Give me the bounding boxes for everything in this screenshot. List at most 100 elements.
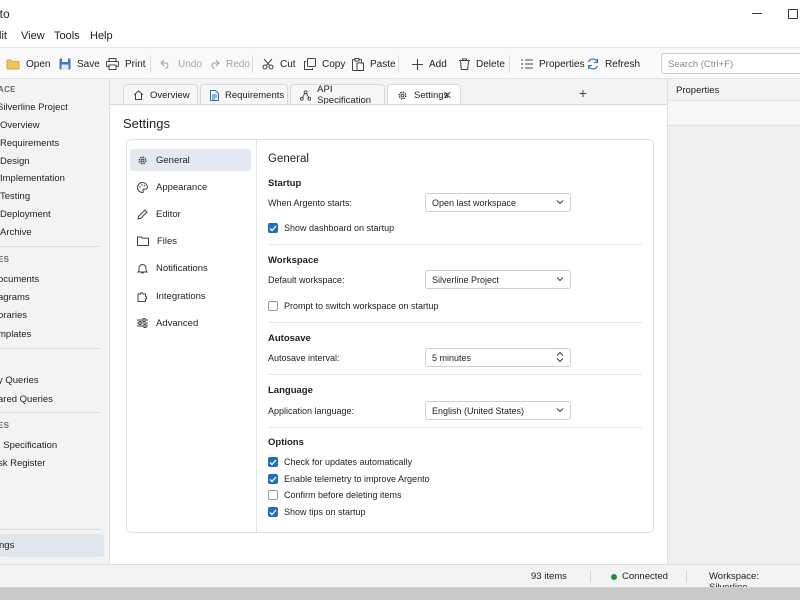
maximize-button[interactable]	[770, 0, 800, 27]
tab-bar: Overview Requirements API Specification …	[110, 79, 667, 106]
telemetry-checkbox[interactable]: Enable telemetry to improve Argento	[268, 474, 430, 484]
paste-button[interactable]: Paste	[352, 56, 396, 72]
settings-nav-integrations-label: Integrations	[156, 290, 206, 302]
settings-nav-editor[interactable]: Editor	[130, 203, 251, 225]
section-divider	[268, 322, 642, 323]
sidebar: ACE Silverline Project Overview Requirem…	[0, 79, 110, 564]
sidebar-item-design[interactable]: Design	[0, 156, 30, 167]
delete-label: Delete	[476, 58, 505, 70]
prompt-switch-checkbox[interactable]: Prompt to switch workspace on startup	[268, 301, 439, 311]
tab-settings[interactable]: Settings ✕	[387, 84, 461, 106]
menu-help[interactable]: Help	[90, 30, 113, 42]
settings-nav: General Appearance Editor Files Notifica…	[127, 140, 257, 532]
properties-panel: Properties	[667, 79, 800, 564]
open-button[interactable]: Open	[6, 56, 50, 72]
document-icon	[210, 89, 219, 101]
section-divider	[268, 427, 642, 428]
sidebar-item-documents[interactable]: ocuments	[0, 274, 39, 285]
autosave-interval-value: 5 minutes	[432, 353, 472, 363]
autosave-heading: Autosave	[268, 333, 311, 344]
sidebar-item-templates[interactable]: mplates	[0, 329, 31, 340]
sidebar-item-libraries[interactable]: oraries	[0, 310, 27, 321]
add-button[interactable]: Add	[412, 56, 447, 72]
menu-view[interactable]: View	[21, 30, 45, 42]
sidebar-item-deployment[interactable]: Deployment	[0, 209, 51, 220]
sidebar-project[interactable]: Silverline Project	[0, 102, 68, 113]
show-tips-checkbox[interactable]: Show tips on startup	[268, 507, 366, 517]
settings-nav-general-label: General	[156, 154, 190, 166]
status-separator	[590, 571, 591, 583]
tab-overview-label: Overview	[150, 89, 190, 101]
delete-button[interactable]: Delete	[459, 56, 505, 72]
status-workspace: Workspace: Silverline	[709, 571, 759, 588]
menu-edit[interactable]: lit	[0, 30, 7, 42]
close-tab-icon[interactable]: ✕	[443, 89, 452, 102]
main-content: Settings General Appearance Editor Files	[110, 104, 667, 564]
menu-bar: lit View Tools Help	[0, 27, 800, 47]
sidebar-item-my-queries[interactable]: y Queries	[0, 375, 39, 386]
list-icon	[521, 59, 533, 69]
refresh-button[interactable]: Refresh	[587, 56, 640, 72]
sidebar-item-diagrams[interactable]: agrams	[0, 292, 30, 303]
cut-button[interactable]: Cut	[262, 56, 296, 72]
sidebar-item-implementation[interactable]: Implementation	[0, 173, 65, 184]
scissors-icon	[262, 58, 274, 70]
redo-button[interactable]: Redo	[208, 56, 250, 72]
sidebar-item-settings[interactable]: ngs	[0, 534, 104, 557]
default-workspace-label: Default workspace:	[268, 275, 345, 285]
chevron-down-icon	[556, 200, 564, 205]
autosave-interval-stepper[interactable]: 5 minutes	[425, 348, 571, 367]
menu-tools[interactable]: Tools	[54, 30, 80, 42]
status-item-count: 93 items	[531, 571, 567, 582]
properties-button[interactable]: Properties	[521, 56, 585, 72]
settings-nav-advanced[interactable]: Advanced	[130, 312, 251, 334]
sidebar-item-overview[interactable]: Overview	[0, 120, 40, 131]
when-starts-value: Open last workspace	[432, 198, 517, 208]
chevron-down-icon	[556, 277, 564, 282]
refresh-label: Refresh	[605, 58, 641, 70]
checkbox-checked-icon	[268, 474, 278, 484]
settings-nav-notifications[interactable]: Notifications	[130, 257, 251, 279]
checkbox-checked-icon	[268, 223, 278, 233]
when-starts-select[interactable]: Open last workspace	[425, 193, 571, 212]
sidebar-item-testing[interactable]: Testing	[0, 191, 30, 202]
save-button[interactable]: Save	[59, 56, 100, 72]
search-input[interactable]: Search (Ctrl+F)	[661, 53, 800, 74]
redo-label: Redo	[226, 58, 250, 70]
copy-button[interactable]: Copy	[304, 56, 345, 72]
settings-nav-files[interactable]: Files	[130, 230, 251, 252]
checkbox-unchecked-icon	[268, 301, 278, 311]
settings-nav-advanced-label: Advanced	[156, 317, 199, 329]
settings-nav-appearance[interactable]: Appearance	[130, 176, 251, 198]
tab-requirements[interactable]: Requirements	[200, 84, 288, 105]
paste-label: Paste	[370, 58, 396, 70]
new-tab-button[interactable]: +	[574, 86, 592, 102]
check-updates-checkbox[interactable]: Check for updates automatically	[268, 457, 412, 467]
sidebar-divider	[0, 246, 100, 247]
default-workspace-select[interactable]: Silverline Project	[425, 270, 571, 289]
language-heading: Language	[268, 385, 313, 396]
sidebar-item-api-specification[interactable]: I Specification	[0, 440, 57, 451]
settings-nav-integrations[interactable]: Integrations	[130, 285, 251, 307]
tab-api-specification-label: API Specification	[317, 84, 372, 106]
show-dashboard-checkbox[interactable]: Show dashboard on startup	[268, 223, 394, 233]
sidebar-item-requirements[interactable]: Requirements	[0, 138, 59, 149]
options-heading: Options	[268, 437, 304, 448]
clipboard-icon	[352, 57, 364, 71]
sidebar-item-shared-queries[interactable]: ared Queries	[0, 394, 53, 405]
tab-api-specification[interactable]: API Specification	[290, 84, 385, 106]
app-language-select[interactable]: English (United States)	[425, 401, 571, 420]
sidebar-item-archive[interactable]: Archive	[0, 227, 32, 238]
prompt-switch-label: Prompt to switch workspace on startup	[284, 301, 439, 311]
confirm-delete-checkbox[interactable]: Confirm before deleting items	[268, 490, 402, 500]
tab-requirements-label: Requirements	[225, 89, 285, 101]
settings-nav-general[interactable]: General	[130, 149, 251, 171]
print-button[interactable]: Print	[106, 56, 146, 72]
home-icon	[133, 90, 144, 100]
when-starts-label: When Argento starts:	[268, 198, 353, 208]
undo-button[interactable]: Undo	[160, 56, 202, 72]
tab-overview[interactable]: Overview	[123, 84, 198, 105]
default-workspace-value: Silverline Project	[432, 275, 500, 285]
toolbar-separator	[252, 55, 253, 73]
sidebar-item-risk-register[interactable]: sk Register	[0, 458, 46, 469]
